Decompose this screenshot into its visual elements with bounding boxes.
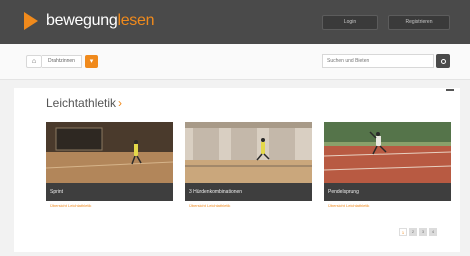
play-icon bbox=[24, 12, 38, 30]
search-button[interactable] bbox=[436, 54, 450, 68]
register-button[interactable]: Registrieren bbox=[388, 15, 450, 30]
home-icon[interactable]: ⌂ bbox=[26, 54, 42, 68]
collapse-icon[interactable] bbox=[446, 89, 454, 91]
video-category-link[interactable]: Übersicht Leichtathletik bbox=[324, 201, 451, 210]
site-logo[interactable]: bewegunglesen bbox=[24, 12, 155, 30]
content-panel: Leichtathletik › Sprint Übersicht Leichta… bbox=[14, 88, 460, 252]
chevron-down-icon[interactable]: ▾ bbox=[84, 54, 98, 68]
page-button[interactable]: 2 bbox=[409, 228, 417, 236]
video-thumbnail[interactable] bbox=[185, 122, 312, 183]
logo-part1: bewegung bbox=[46, 12, 118, 29]
section-title[interactable]: Leichtathletik › bbox=[46, 96, 122, 110]
search-icon bbox=[440, 58, 446, 64]
page-button[interactable]: 3 bbox=[419, 228, 427, 236]
video-card[interactable]: Pendelsprung Übersicht Leichtathletik bbox=[324, 122, 451, 210]
video-title[interactable]: 3 Hürdenkombinationen bbox=[185, 183, 312, 201]
breadcrumb: ⌂ Drahtzinnen ▾ bbox=[26, 54, 98, 68]
video-category-link[interactable]: Übersicht Leichtathletik bbox=[185, 201, 312, 210]
video-card[interactable]: Sprint Übersicht Leichtathletik bbox=[46, 122, 173, 210]
logo-part2: lesen bbox=[117, 12, 155, 29]
video-thumbnail[interactable] bbox=[46, 122, 173, 183]
toolbar: ⌂ Drahtzinnen ▾ bbox=[0, 44, 470, 80]
video-category-link[interactable]: Übersicht Leichtathletik bbox=[46, 201, 173, 210]
search-input[interactable] bbox=[322, 54, 434, 68]
section-title-text: Leichtathletik bbox=[46, 96, 117, 110]
video-thumbnail[interactable] bbox=[324, 122, 451, 183]
top-header: bewegunglesen Login Registrieren bbox=[0, 0, 470, 44]
pagination: 1 2 3 4 bbox=[399, 228, 437, 236]
login-button[interactable]: Login bbox=[322, 15, 378, 30]
logo-text: bewegunglesen bbox=[46, 12, 155, 30]
chevron-right-icon: › bbox=[118, 96, 123, 110]
video-title[interactable]: Sprint bbox=[46, 183, 173, 201]
page-button[interactable]: 1 bbox=[399, 228, 407, 236]
category-selector[interactable]: Drahtzinnen bbox=[42, 54, 82, 68]
page-button[interactable]: 4 bbox=[429, 228, 437, 236]
video-title[interactable]: Pendelsprung bbox=[324, 183, 451, 201]
video-card[interactable]: 3 Hürdenkombinationen Übersicht Leichtat… bbox=[185, 122, 312, 210]
